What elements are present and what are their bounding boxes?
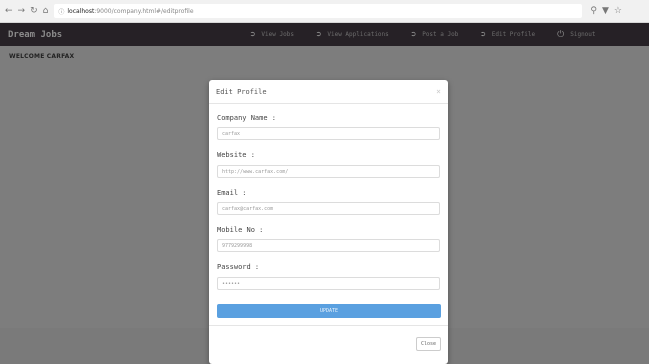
nav-label: View Jobs [261,31,294,38]
nav-label: Edit Profile [491,31,536,38]
close-icon[interactable]: × [436,87,441,96]
nav-post-job[interactable]: ➲ Post a Job [411,30,459,40]
close-button[interactable]: Close [416,337,441,351]
brand-logo[interactable]: Dream Jobs [8,30,62,40]
bookmark-star-icon[interactable]: ☆ [614,5,622,17]
url-path: :9000/company.html#/editprofile [94,7,194,15]
url-host: localhost [67,7,95,15]
company-name-input[interactable]: carfax [217,127,440,140]
sign-in-icon: ➲ [480,29,486,40]
info-icon: ⓘ [58,8,65,16]
zoom-icon[interactable]: ⚲ [590,5,597,17]
website-label: Website : [217,151,255,159]
nav-edit-profile[interactable]: ➲ Edit Profile [480,30,535,40]
nav-label: Signout [570,31,596,38]
website-input[interactable]: http://www.carfax.com/ [217,165,440,178]
nav-label: View Applications [327,31,389,38]
nav-links: ➲ View Jobs ➲ View Applications ➲ Post a… [250,23,596,46]
filter-icon[interactable]: ▼ [602,5,609,17]
password-label: Password : [217,263,260,271]
power-icon: ⏻ [557,29,565,40]
mobile-label: Mobile No : [217,226,264,234]
sign-in-icon: ➲ [250,29,256,40]
welcome-message: WELCOME CARFAX [9,53,75,60]
modal-title: Edit Profile [216,87,267,96]
sign-in-icon: ➲ [315,29,322,40]
reload-icon[interactable]: ↻ [30,5,38,17]
password-input[interactable]: •••••• [217,277,440,290]
browser-toolbar: ← → ↻ ⌂ ⓘ localhost :9000/company.html#/… [0,0,649,23]
email-input[interactable]: carfax@carfax.com [217,202,440,215]
sign-in-icon: ➲ [410,29,417,40]
forward-arrow-icon[interactable]: → [18,5,26,17]
page-overlay: WELCOME CARFAX Edit Profile × Company Na… [0,46,649,364]
nav-label: Post a Job [422,31,459,38]
menu-icon[interactable]: ⋮ [645,5,649,17]
edit-profile-modal: Edit Profile × Company Name : carfax Web… [209,80,448,364]
nav-view-jobs[interactable]: ➲ View Jobs [250,30,294,40]
modal-header: Edit Profile × [209,80,448,104]
modal-footer: Close [209,325,448,364]
update-button[interactable]: UPDATE [217,304,441,318]
nav-view-applications[interactable]: ➲ View Applications [316,30,389,40]
address-bar[interactable]: ⓘ localhost :9000/company.html#/editprof… [54,4,583,18]
mobile-input[interactable]: 9779299998 [217,239,440,252]
home-icon[interactable]: ⌂ [43,5,49,17]
nav-signout[interactable]: ⏻ Signout [557,30,595,40]
company-name-label: Company Name : [217,114,277,122]
back-arrow-icon[interactable]: ← [5,5,13,17]
app-navbar: Dream Jobs ➲ View Jobs ➲ View Applicatio… [0,23,649,46]
email-label: Email : [217,189,247,197]
